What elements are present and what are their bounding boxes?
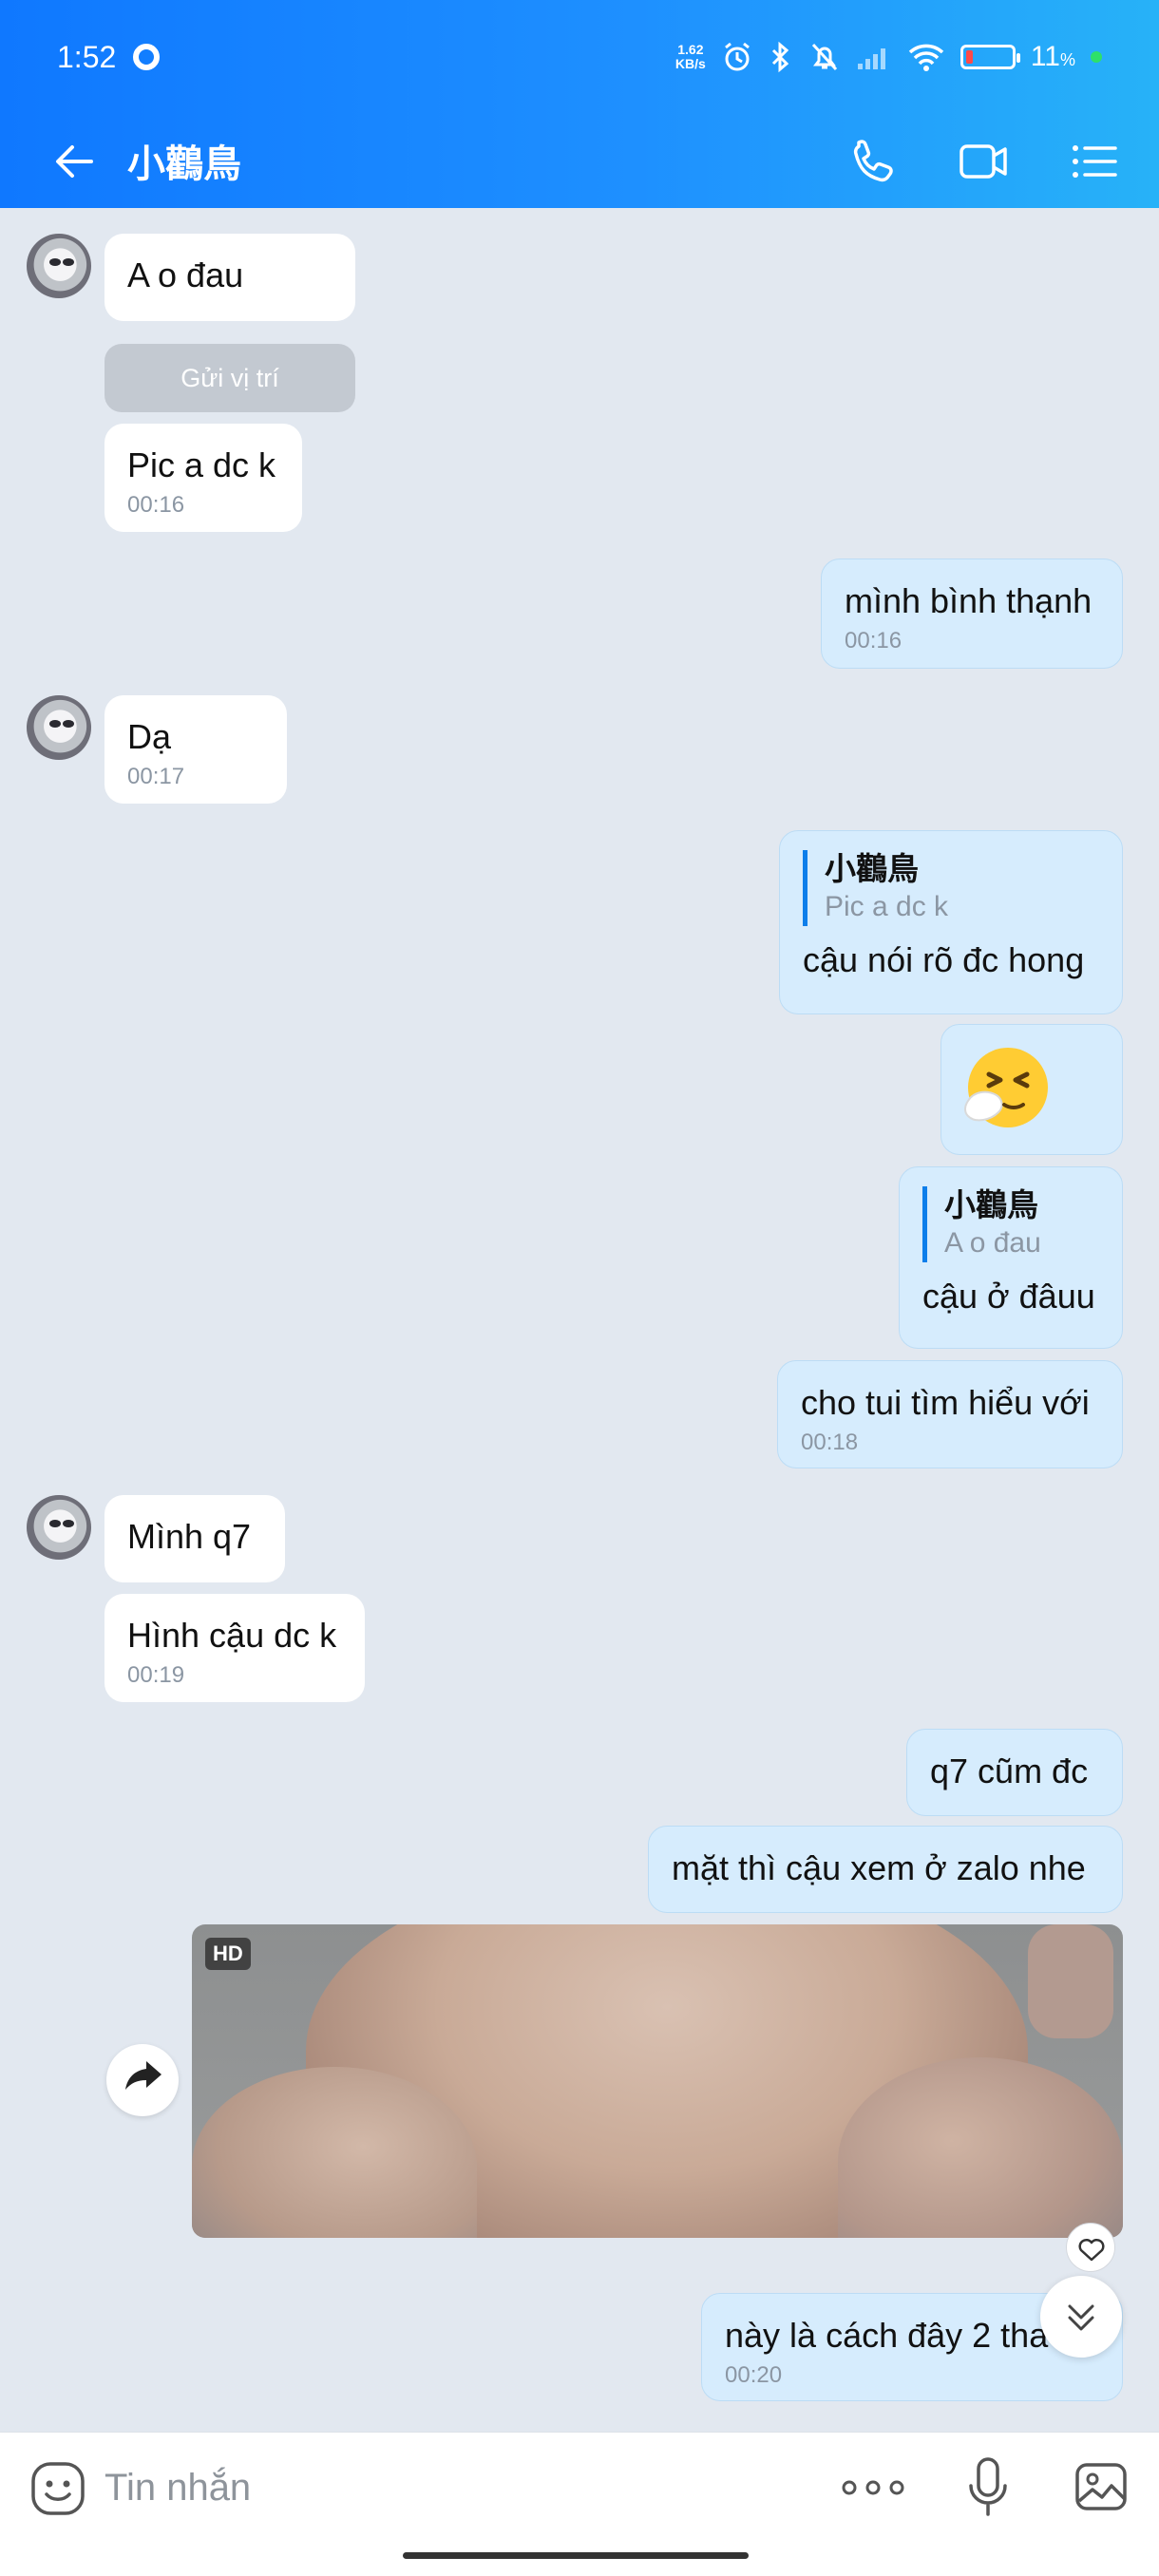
message-bubble-incoming[interactable]: Dạ 00:17 [104, 695, 287, 804]
signal-icon [857, 48, 885, 69]
battery-percent: 11% [1030, 41, 1075, 72]
message-bubble-incoming[interactable]: A o đau [104, 234, 355, 321]
send-image-button[interactable] [1074, 2459, 1129, 2514]
contact-avatar[interactable] [27, 234, 91, 298]
contact-avatar[interactable] [27, 695, 91, 760]
wifi-icon [908, 44, 944, 71]
menu-list-button[interactable] [1066, 133, 1123, 190]
quoted-message[interactable]: 小鸛鳥 Pic a dc k [803, 850, 1099, 926]
nav-bar: 小鸛鳥 [0, 114, 1159, 208]
forward-arrow-icon [125, 2061, 162, 2090]
message-bubble-outgoing[interactable]: q7 cũm đc [906, 1729, 1123, 1816]
home-indicator[interactable] [403, 2552, 749, 2559]
back-button[interactable] [48, 135, 101, 188]
battery-icon [960, 45, 1020, 69]
sneezing-face-emoji-icon [964, 1048, 1048, 1127]
emoji-message-bubble[interactable] [940, 1024, 1123, 1155]
message-bubble-incoming[interactable]: Pic a dc k 00:16 [104, 424, 302, 532]
quoted-message[interactable]: 小鸛鳥 A o đau [922, 1186, 1099, 1262]
screen-record-icon [133, 44, 160, 70]
message-input[interactable] [104, 2453, 788, 2522]
react-heart-button[interactable] [1066, 2223, 1115, 2272]
heart-icon [1078, 2238, 1105, 2262]
more-options-button[interactable] [840, 2471, 906, 2505]
contact-avatar[interactable] [27, 1495, 91, 1560]
status-time: 1:52 [57, 40, 117, 74]
microphone-button[interactable] [965, 2455, 1011, 2520]
alarm-icon [724, 42, 750, 71]
scroll-to-bottom-button[interactable] [1040, 2276, 1122, 2358]
forward-button[interactable] [106, 2044, 179, 2116]
message-bubble-incoming[interactable]: Mình q7 [104, 1495, 285, 1582]
silent-bell-icon [811, 43, 837, 71]
reply-message-bubble[interactable]: 小鸛鳥 Pic a dc k cậu nói rõ đc hong [779, 830, 1123, 1014]
status-bar: 1:52 1.62 KB/s 11% [0, 0, 1159, 114]
message-bubble-outgoing[interactable]: cho tui tìm hiểu với 00:18 [777, 1360, 1123, 1468]
photo-message[interactable]: HD [192, 1924, 1123, 2238]
sticker-emoji-button[interactable] [28, 2459, 87, 2518]
hd-badge: HD [205, 1938, 251, 1970]
status-icons: 1.62 KB/s 11% [675, 36, 1102, 78]
bluetooth-icon [771, 41, 789, 73]
reply-message-bubble[interactable]: 小鸛鳥 A o đau cậu ở đâuu [899, 1166, 1123, 1349]
message-bubble-outgoing[interactable]: mình bình thạnh 00:16 [821, 559, 1123, 669]
video-call-button[interactable] [956, 133, 1013, 190]
chat-header: 1:52 1.62 KB/s 11% 小鸛鳥 [0, 0, 1159, 208]
double-chevron-down-icon [1068, 2304, 1094, 2331]
send-location-notice[interactable]: Gửi vị trí [104, 344, 355, 412]
message-bubble-incoming[interactable]: Hình cậu dc k 00:19 [104, 1594, 365, 1702]
chat-title[interactable]: 小鸛鳥 [127, 133, 241, 188]
network-speed: 1.62 KB/s [674, 42, 706, 71]
message-bubble-outgoing[interactable]: mặt thì cậu xem ở zalo nhe [648, 1826, 1123, 1913]
status-dot-icon [1091, 51, 1102, 63]
phone-call-button[interactable] [846, 133, 902, 190]
